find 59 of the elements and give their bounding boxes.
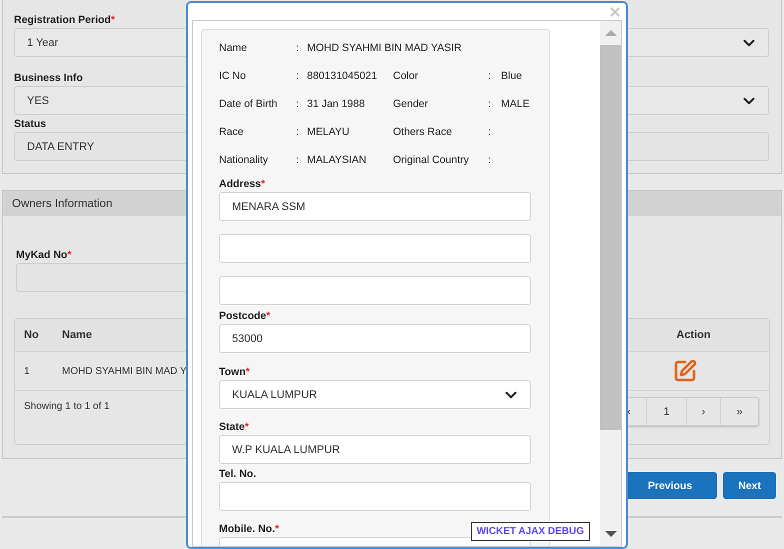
- colon-text: :: [296, 126, 299, 138]
- colon-text: :: [488, 154, 491, 166]
- field-label: Business Info: [14, 72, 83, 84]
- field-label: Tel. No.: [219, 468, 256, 480]
- field-label: Address*: [219, 178, 266, 190]
- field-label: MyKad No*: [16, 249, 72, 261]
- info-label: Gender: [393, 98, 428, 110]
- debug-link[interactable]: WICKET AJAX DEBUG: [470, 522, 590, 541]
- page-button[interactable]: ›: [686, 398, 720, 425]
- colon-text: :: [296, 70, 299, 82]
- scrollbar-thumb[interactable]: [600, 45, 621, 430]
- input-field[interactable]: 53000: [219, 324, 531, 353]
- colon-text: :: [488, 70, 491, 82]
- info-value: Blue: [501, 70, 522, 82]
- scroll-up-icon[interactable]: [604, 29, 616, 37]
- info-label: Name: [219, 42, 248, 54]
- input-field[interactable]: W.P KUALA LUMPUR: [219, 435, 531, 464]
- column-header: Action: [675, 329, 711, 341]
- info-label: Original Country: [393, 154, 469, 166]
- page-button[interactable]: »: [720, 398, 758, 425]
- info-label: Nationality: [219, 154, 268, 166]
- field-label: Mobile. No.*: [219, 523, 280, 535]
- input-field[interactable]: [219, 482, 531, 511]
- field-label: Registration Period*: [14, 14, 115, 26]
- info-value: MALE: [501, 98, 530, 110]
- page-button[interactable]: 1: [646, 398, 686, 425]
- scrollbar[interactable]: [600, 21, 621, 546]
- column-header: No: [23, 329, 39, 341]
- info-value: 31 Jan 1988: [307, 98, 365, 110]
- info-label: Race: [219, 126, 244, 138]
- info-label: Color: [393, 70, 418, 82]
- edit-icon[interactable]: [673, 359, 697, 383]
- colon-text: :: [296, 42, 299, 54]
- colon-text: :: [296, 154, 299, 166]
- info-value: MALAYSIAN: [307, 154, 366, 166]
- colon-text: :: [488, 126, 491, 138]
- select-field[interactable]: KUALA LUMPUR: [219, 380, 531, 409]
- colon-text: :: [488, 98, 491, 110]
- info-label: Date of Birth: [219, 98, 278, 110]
- table-cell-text: MOHD SYAHMI BIN MAD Y: [61, 366, 187, 376]
- info-value: MELAYU: [307, 126, 350, 138]
- field-label: State*: [219, 421, 249, 433]
- scroll-down-icon[interactable]: [604, 530, 616, 538]
- table-info: Showing 1 to 1 of 1: [24, 401, 110, 412]
- close-icon[interactable]: [608, 4, 622, 18]
- info-label: IC No: [219, 70, 246, 82]
- next-button[interactable]: Next: [723, 472, 776, 499]
- table-cell-text: 1: [23, 366, 30, 376]
- info-value: MOHD SYAHMI BIN MAD YASIR: [307, 42, 462, 54]
- colon-text: :: [296, 98, 299, 110]
- info-label: Others Race: [393, 126, 452, 138]
- info-value: 880131045021: [307, 70, 378, 82]
- field-label: Status: [14, 118, 46, 130]
- column-header: Name: [61, 329, 92, 341]
- input-field[interactable]: [219, 234, 531, 263]
- field-label: Postcode*: [219, 310, 270, 322]
- input-field[interactable]: [219, 276, 531, 305]
- field-label: Town*: [219, 366, 250, 378]
- input-field[interactable]: MENARA SSM: [219, 192, 531, 221]
